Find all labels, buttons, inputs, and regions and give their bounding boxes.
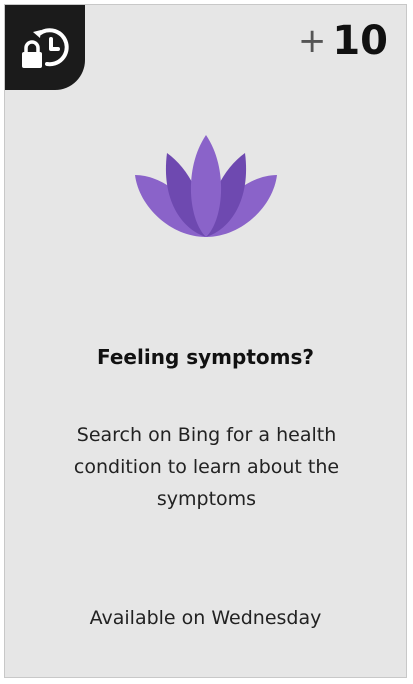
points-value: 10 [332,18,388,64]
lock-history-icon [22,27,69,68]
points-plus: + [297,21,327,61]
points-indicator: + 10 [298,21,388,61]
availability-text: Available on Wednesday [89,607,322,629]
rewards-card[interactable]: + 10 Feeling symptoms? Search on Bing fo… [4,4,407,678]
locked-badge [5,5,85,90]
card-title: Feeling symptoms? [97,345,314,369]
lotus-icon [135,135,277,237]
card-description: Search on Bing for a health condition to… [73,424,340,510]
